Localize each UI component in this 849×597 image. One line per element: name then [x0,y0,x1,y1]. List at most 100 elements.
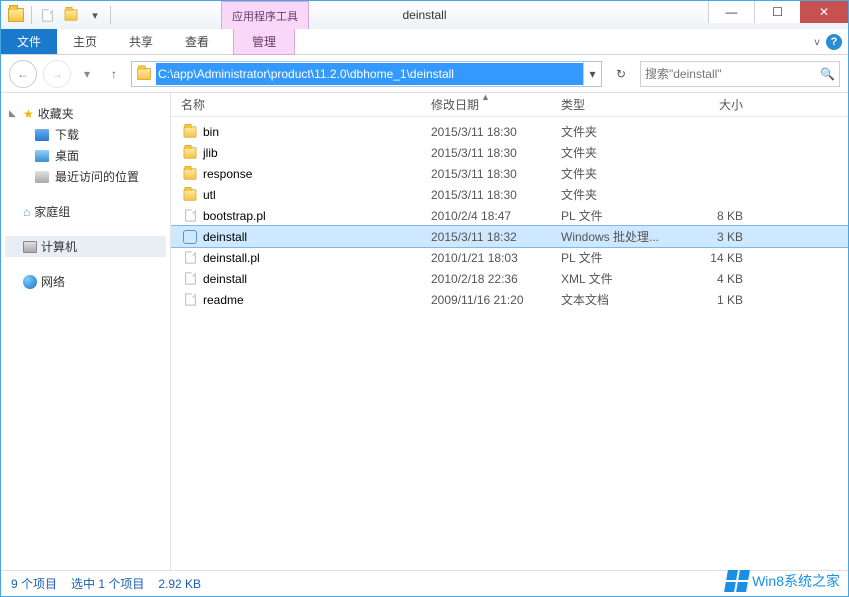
file-date: 2015/3/11 18:30 [431,125,561,139]
tab-view[interactable]: 查看 [169,29,225,54]
file-size: 3 KB [681,230,761,244]
history-dropdown-icon[interactable]: ▾ [77,60,97,88]
tree-favorites[interactable]: ◣ ★ 收藏夹 [5,103,166,124]
file-type: 文本文档 [561,291,681,308]
file-type: PL 文件 [561,207,681,224]
file-name: response [199,167,431,181]
nav-pane: ◣ ★ 收藏夹 下载 桌面 最近访问的位置 ⌂ 家庭组 计算机 [1,93,171,570]
navigation-bar: ← → ▾ ↑ ▾ ↻ 🔍 [1,55,848,93]
sort-indicator-icon: ▲ [481,92,490,102]
windows-logo-icon [724,570,750,592]
file-date: 2015/3/11 18:32 [431,230,561,244]
tab-share[interactable]: 共享 [113,29,169,54]
file-name: deinstall.pl [199,251,431,265]
file-name: bin [199,125,431,139]
batch-file-icon [183,230,197,244]
col-type[interactable]: 类型 [561,96,681,113]
file-type: 文件夹 [561,123,681,140]
file-row[interactable]: response2015/3/11 18:30文件夹 [171,163,848,184]
file-date: 2015/3/11 18:30 [431,146,561,160]
col-size[interactable]: 大小 [681,96,761,113]
tree-item-recent[interactable]: 最近访问的位置 [5,166,166,187]
tree-label: 计算机 [41,238,77,255]
collapse-icon[interactable]: ◣ [9,108,19,119]
folder-icon [184,126,197,137]
address-input[interactable] [156,63,583,85]
qat-doc-icon[interactable] [36,4,58,26]
file-row[interactable]: bootstrap.pl2010/2/4 18:47PL 文件8 KB [171,205,848,226]
col-date[interactable]: 修改日期 [431,96,561,113]
tree-item-downloads[interactable]: 下载 [5,124,166,145]
search-box[interactable]: 🔍 [640,61,840,87]
maximize-button[interactable]: ☐ [754,1,800,23]
status-size: 2.92 KB [158,577,201,591]
file-type: 文件夹 [561,165,681,182]
close-button[interactable]: ✕ [800,1,848,23]
file-row[interactable]: deinstall2015/3/11 18:32Windows 批处理...3 … [171,226,848,247]
address-dropdown-icon[interactable]: ▾ [583,62,601,86]
homegroup-icon: ⌂ [23,205,30,219]
file-icon [185,210,195,222]
help-icon[interactable]: ? [826,34,842,50]
column-headers[interactable]: ▲ 名称 修改日期 类型 大小 [171,93,848,117]
quick-access-toolbar: ▾ [1,2,117,28]
tab-home[interactable]: 主页 [57,29,113,54]
status-count: 9 个项目 [11,575,57,592]
search-input[interactable] [645,67,820,81]
folder-icon [184,189,197,200]
tree-item-desktop[interactable]: 桌面 [5,145,166,166]
file-name: bootstrap.pl [199,209,431,223]
file-row[interactable]: deinstall2010/2/18 22:36XML 文件4 KB [171,268,848,289]
file-date: 2010/1/21 18:03 [431,251,561,265]
status-bar: 9 个项目 选中 1 个项目 2.92 KB [1,570,848,596]
qat-customize-icon[interactable]: ▾ [84,4,106,26]
address-folder-icon [137,68,151,80]
file-name: deinstall [199,272,431,286]
tree-network[interactable]: 网络 [5,271,166,292]
forward-button[interactable]: → [43,60,71,88]
file-size: 1 KB [681,293,761,307]
star-icon: ★ [23,107,34,121]
file-size: 4 KB [681,272,761,286]
tree-computer[interactable]: 计算机 [5,236,166,257]
tree-label: 网络 [41,273,65,290]
file-type: 文件夹 [561,144,681,161]
folder-icon [184,147,197,158]
download-icon [35,129,49,141]
file-size: 14 KB [681,251,761,265]
up-button[interactable]: ↑ [103,63,125,85]
expand-ribbon-icon[interactable]: ⅴ [814,37,820,48]
file-name: utl [199,188,431,202]
tab-file[interactable]: 文件 [1,29,57,54]
address-bar[interactable]: ▾ [131,61,602,87]
file-icon [185,294,195,306]
window-title: deinstall [402,8,446,22]
file-row[interactable]: deinstall.pl2010/1/21 18:03PL 文件14 KB [171,247,848,268]
col-name[interactable]: 名称 [181,96,431,113]
minimize-button[interactable]: — [708,1,754,23]
tree-homegroup[interactable]: ⌂ 家庭组 [5,201,166,222]
folder-icon[interactable] [5,4,27,26]
contextual-tab-label: 应用程序工具 [221,1,309,29]
file-date: 2015/3/11 18:30 [431,188,561,202]
file-type: XML 文件 [561,270,681,287]
recent-icon [35,171,49,183]
refresh-button[interactable]: ↻ [608,61,634,87]
file-name: jlib [199,146,431,160]
file-row[interactable]: jlib2015/3/11 18:30文件夹 [171,142,848,163]
tree-label: 家庭组 [34,203,70,220]
main-area: ◣ ★ 收藏夹 下载 桌面 最近访问的位置 ⌂ 家庭组 计算机 [1,93,848,570]
file-date: 2009/11/16 21:20 [431,293,561,307]
tab-manage[interactable]: 管理 [233,29,295,55]
file-row[interactable]: utl2015/3/11 18:30文件夹 [171,184,848,205]
file-row[interactable]: readme2009/11/16 21:20文本文档1 KB [171,289,848,310]
file-size: 8 KB [681,209,761,223]
file-date: 2015/3/11 18:30 [431,167,561,181]
back-button[interactable]: ← [9,60,37,88]
file-row[interactable]: bin2015/3/11 18:30文件夹 [171,121,848,142]
file-name: readme [199,293,431,307]
qat-folder-open-icon[interactable] [60,4,82,26]
network-icon [23,275,37,289]
search-icon[interactable]: 🔍 [820,67,835,81]
file-icon [185,273,195,285]
